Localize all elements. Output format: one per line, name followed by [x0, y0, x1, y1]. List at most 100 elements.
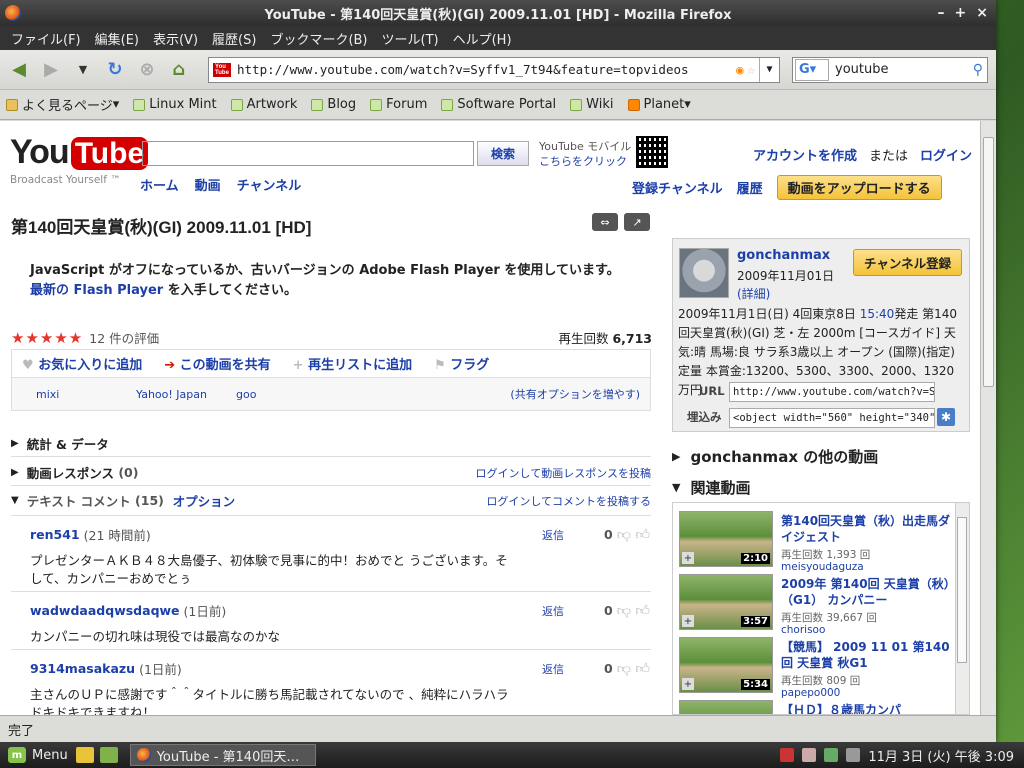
forward-arrow-icon[interactable]: ▶	[38, 57, 64, 83]
menu-view[interactable]: 表示(V)	[146, 29, 205, 48]
share-yahoo[interactable]: Yahoo! Japan	[136, 388, 236, 401]
taskbar-firefox-window[interactable]: YouTube - 第140回天…	[129, 744, 316, 766]
minimize-button[interactable]: –	[938, 5, 945, 21]
comment-options-link[interactable]: オプション	[173, 491, 236, 510]
add-favorite-button[interactable]: ♥ お気に入りに追加	[22, 354, 142, 373]
search-icon[interactable]: ⚲	[973, 62, 983, 78]
youtube-search-input[interactable]	[142, 141, 474, 166]
create-account-link[interactable]: アカウントを作成	[753, 145, 857, 164]
google-engine-icon[interactable]: G ▾	[795, 58, 829, 81]
bookmark-star-icon[interactable]: ☆	[747, 62, 755, 77]
related-video[interactable]: +5:34 【競馬】 2009 11 01 第140回 天皇賞 秋G1 再生回数…	[679, 637, 955, 699]
url-text[interactable]: http://www.youtube.com/watch?v=Syffv1_7t…	[237, 62, 736, 77]
start-menu-button[interactable]: m Menu	[0, 747, 76, 763]
bookmark-software-portal[interactable]: Software Portal	[441, 97, 556, 112]
bookmark-planet[interactable]: Planet ▾	[627, 97, 691, 112]
related-user[interactable]: papepo000	[781, 687, 840, 699]
reply-link[interactable]: 返信	[542, 527, 564, 543]
avatar[interactable]	[679, 248, 729, 298]
related-user[interactable]: meisyoudaguza	[781, 561, 864, 573]
menu-help[interactable]: ヘルプ(H)	[446, 29, 519, 48]
responses-section[interactable]: ▶ 動画レスポンス (0) ログインして動画レスポンスを投稿	[11, 463, 651, 482]
bookmark-blog[interactable]: Blog	[311, 97, 356, 112]
embed-code-field[interactable]: <object width="560" height="340"><param	[729, 408, 935, 428]
mobile-promo[interactable]: YouTube モバイル こちらをクリック	[539, 139, 631, 169]
video-thumbnail[interactable]	[679, 700, 773, 714]
history-link[interactable]: 履歴	[737, 178, 763, 197]
video-thumbnail[interactable]: +2:10	[679, 511, 773, 567]
related-video[interactable]: +3:57 2009年 第140回 天皇賞（秋）（G1） カンパニー 再生回数 …	[679, 574, 955, 636]
upload-button[interactable]: 動画をアップロードする	[776, 175, 942, 200]
subscribe-button[interactable]: チャンネル登録	[853, 249, 963, 276]
channel-name[interactable]: gonchanmax	[737, 248, 830, 263]
close-button[interactable]: ×	[976, 5, 988, 21]
related-title[interactable]: 【競馬】 2009 11 01 第140回 天皇賞 秋G1	[781, 639, 951, 671]
reply-link[interactable]: 返信	[542, 661, 564, 677]
youtube-search-button[interactable]: 検索	[477, 141, 529, 166]
post-response-link[interactable]: ログインして動画レスポンスを投稿	[476, 465, 651, 481]
more-from-channel[interactable]: ▶ gonchanmax の他の動画	[672, 446, 878, 467]
thumbs-icon[interactable]: 👎︎ 👍︎	[617, 602, 650, 619]
menu-bookmarks[interactable]: ブックマーク(B)	[263, 29, 374, 48]
comment-user[interactable]: 9314masakazu	[30, 661, 135, 676]
related-videos-header[interactable]: ▼ 関連動画	[672, 477, 750, 498]
reply-link[interactable]: 返信	[542, 603, 564, 619]
comment-user[interactable]: ren541	[30, 527, 80, 542]
nav-channels[interactable]: チャンネル	[237, 175, 302, 194]
share-goo[interactable]: goo	[236, 388, 256, 401]
thumbs-icon[interactable]: 👎︎ 👍︎	[617, 526, 650, 543]
add-quicklist-icon[interactable]: +	[682, 552, 694, 564]
stop-icon[interactable]: ⊗	[134, 57, 160, 83]
history-dropdown-icon[interactable]: ▼	[70, 57, 96, 83]
mobile-link[interactable]: こちらをクリック	[539, 154, 631, 169]
bookmark-most-visited[interactable]: よく見るページ ▾	[6, 95, 119, 114]
related-video[interactable]: +2:10 第140回天皇賞（秋）出走馬ダイジェスト 再生回数 1,393 回 …	[679, 511, 955, 573]
bookmark-linux-mint[interactable]: Linux Mint	[133, 97, 217, 112]
nav-home[interactable]: ホーム	[140, 175, 179, 194]
post-comment-link[interactable]: ログインしてコメントを投稿する	[486, 493, 651, 509]
comment-user[interactable]: wadwdaadqwsdaqwe	[30, 603, 180, 618]
home-icon[interactable]: ⌂	[166, 57, 192, 83]
video-thumbnail[interactable]: +3:57	[679, 574, 773, 630]
share-url-field[interactable]: http://www.youtube.com/watch?v=Syffv1_7t	[729, 382, 935, 402]
related-video[interactable]: 【ＨＤ】８歳馬カンパ	[679, 700, 955, 714]
time-link[interactable]: 15:40	[860, 307, 895, 321]
reload-icon[interactable]: ↻	[102, 57, 128, 83]
url-dropdown-icon[interactable]: ▼	[759, 57, 779, 82]
search-bar[interactable]: G ▾ youtube ⚲	[792, 56, 988, 83]
nav-videos[interactable]: 動画	[195, 175, 221, 194]
add-playlist-button[interactable]: + 再生リストに追加	[293, 354, 412, 373]
rss-feed-icon[interactable]: ◉	[736, 62, 744, 77]
volume-icon[interactable]	[846, 748, 861, 762]
scrollbar-thumb[interactable]	[983, 137, 994, 387]
video-thumbnail[interactable]: +5:34	[679, 637, 773, 693]
youtube-logo[interactable]: You Tube Broadcast Yourself ™	[10, 133, 149, 186]
subscriptions-link[interactable]: 登録チャンネル	[632, 178, 723, 197]
related-title[interactable]: 【ＨＤ】８歳馬カンパ	[781, 702, 951, 714]
bookmark-forum[interactable]: Forum	[370, 97, 427, 112]
bookmark-wiki[interactable]: Wiki	[570, 97, 614, 112]
share-mixi[interactable]: mixi	[36, 388, 136, 401]
menu-history[interactable]: 履歴(S)	[205, 29, 263, 48]
clipboard-icon[interactable]	[802, 748, 817, 762]
show-desktop-icon[interactable]	[99, 747, 118, 763]
related-scrollbar[interactable]	[955, 503, 969, 714]
page-scrollbar[interactable]	[980, 121, 996, 715]
back-arrow-icon[interactable]: ◀	[6, 57, 32, 83]
expand-player-icon[interactable]: ⇔	[592, 213, 618, 231]
search-input[interactable]: youtube	[829, 62, 973, 77]
more-share-options[interactable]: (共有オプションを増やす)	[510, 386, 640, 402]
details-link[interactable]: (詳細)	[737, 285, 770, 302]
menu-file[interactable]: ファイル(F)	[4, 29, 88, 48]
add-quicklist-icon[interactable]: +	[682, 678, 694, 690]
thumbs-icon[interactable]: 👎︎ 👍︎	[617, 660, 650, 677]
share-button[interactable]: ➔ この動画を共有	[164, 354, 270, 373]
network-icon[interactable]	[824, 748, 839, 762]
update-icon[interactable]	[780, 748, 795, 762]
add-quicklist-icon[interactable]: +	[682, 615, 694, 627]
bookmark-artwork[interactable]: Artwork	[230, 97, 297, 112]
related-title[interactable]: 第140回天皇賞（秋）出走馬ダイジェスト	[781, 513, 951, 545]
url-bar[interactable]: You Tube http://www.youtube.com/watch?v=S…	[208, 56, 780, 83]
flash-player-link[interactable]: 最新の Flash Player	[30, 283, 163, 298]
flag-button[interactable]: ⚑ フラグ	[434, 354, 489, 373]
